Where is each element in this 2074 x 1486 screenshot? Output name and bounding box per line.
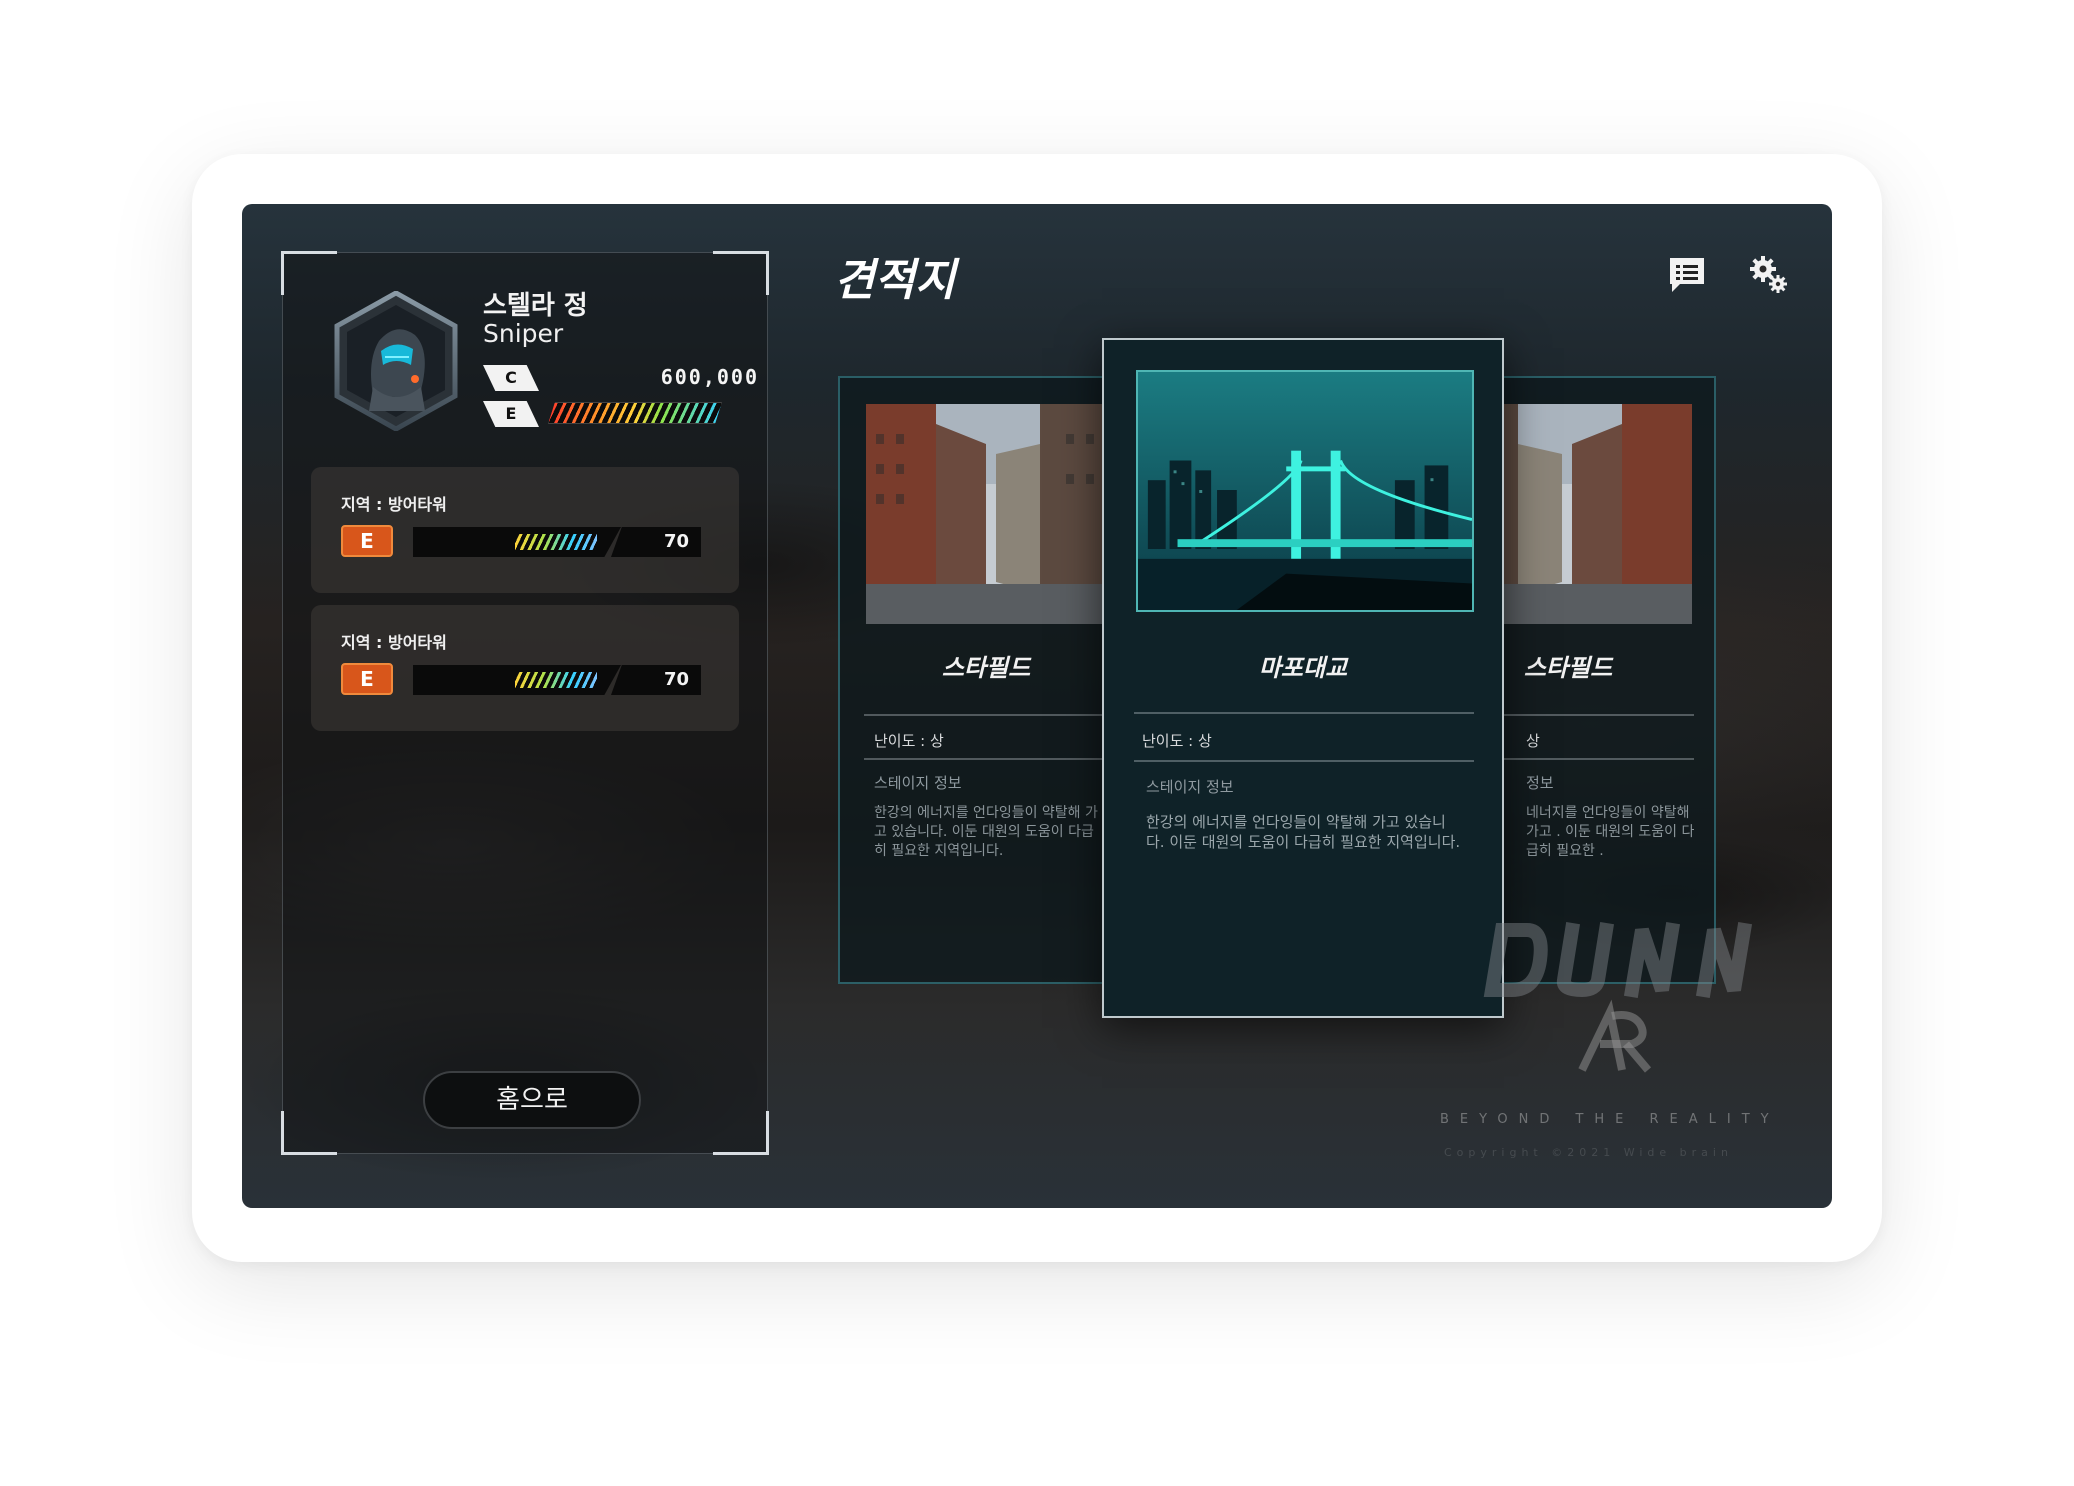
panel-corner	[713, 251, 769, 295]
game-screen: 스텔라 정 Sniper C 600,000 E 지역 : 방어타워 E 70 …	[242, 204, 1832, 1208]
panel-corner	[281, 251, 337, 295]
stage-info-label: 정보	[1526, 774, 1554, 792]
region-label: 지역 : 방어타워	[341, 633, 447, 652]
stage-difficulty: 상	[1526, 732, 1540, 750]
stage-name: 스타필드	[941, 654, 1031, 682]
region-label: 지역 : 방어타워	[341, 495, 447, 514]
stage-card-left[interactable]: 스타필드 난이도 : 상 스테이지 정보 한강의 에너지를 언다잉들이 약탈해 …	[838, 376, 1134, 984]
level-stripes	[515, 534, 597, 550]
stage-info-label: 스테이지 정보	[874, 774, 962, 792]
brand-logo	[1472, 920, 1772, 1100]
stage-difficulty: 난이도 : 상	[874, 732, 944, 750]
region-card[interactable]: 지역 : 방어타워 E 70	[311, 605, 739, 731]
brand-tagline: BEYOND THE REALITY	[1440, 1112, 1780, 1127]
home-button[interactable]: 홈으로	[423, 1071, 641, 1129]
grade-badge: E	[341, 525, 393, 557]
experience-bar	[548, 402, 722, 424]
currency-value: 600,000	[660, 365, 759, 389]
panel-corner	[281, 1111, 337, 1155]
stage-card-selected[interactable]: 마포대교 난이도 : 상 스테이지 정보 한강의 에너지를 언다잉들이 약탈해 …	[1102, 338, 1504, 1018]
level-bar	[413, 527, 621, 557]
stage-description: 한강의 에너지를 언다잉들이 약탈해 가고 있습니다. 이둔 대원의 도움이 다…	[874, 805, 1098, 859]
stage-description: 한강의 에너지를 언다잉들이 약탈해 가고 있습니다. 이둔 대원의 도움이 다…	[1146, 813, 1461, 851]
divider	[1134, 760, 1474, 762]
stage-thumbnail	[1136, 370, 1474, 612]
rank-e-badge: E	[483, 401, 539, 427]
brand-copyright: Copyright ©2021 Wide brain	[1444, 1146, 1733, 1159]
level-bar	[413, 665, 621, 695]
divider	[864, 714, 1112, 716]
stage-thumbnail	[866, 404, 1110, 624]
stage-info-label: 스테이지 정보	[1146, 778, 1234, 796]
gear-icon[interactable]	[1748, 254, 1790, 296]
stage-difficulty: 난이도 : 상	[1142, 732, 1212, 750]
chat-icon[interactable]	[1666, 254, 1708, 296]
profile-panel: 스텔라 정 Sniper C 600,000 E 지역 : 방어타워 E 70 …	[281, 251, 769, 1155]
divider	[864, 758, 1112, 760]
panel-corner	[713, 1111, 769, 1155]
grade-badge: E	[341, 663, 393, 695]
avatar	[333, 290, 459, 432]
player-name: 스텔라 정	[483, 291, 588, 321]
divider	[1134, 712, 1474, 714]
page-title: 견적지	[834, 255, 956, 306]
level-value: 70	[611, 527, 701, 557]
region-card[interactable]: 지역 : 방어타워 E 70	[311, 467, 739, 593]
experience-fill	[549, 403, 721, 423]
level-stripes	[515, 672, 597, 688]
stage-name: 마포대교	[1258, 654, 1348, 682]
level-value: 70	[611, 665, 701, 695]
player-class: Sniper	[483, 319, 564, 348]
stage-description: 네너지를 언다잉들이 약탈해 가고 . 이둔 대원의 도움이 다급히 필요한 .	[1526, 805, 1695, 859]
rank-c-badge: C	[483, 365, 539, 391]
